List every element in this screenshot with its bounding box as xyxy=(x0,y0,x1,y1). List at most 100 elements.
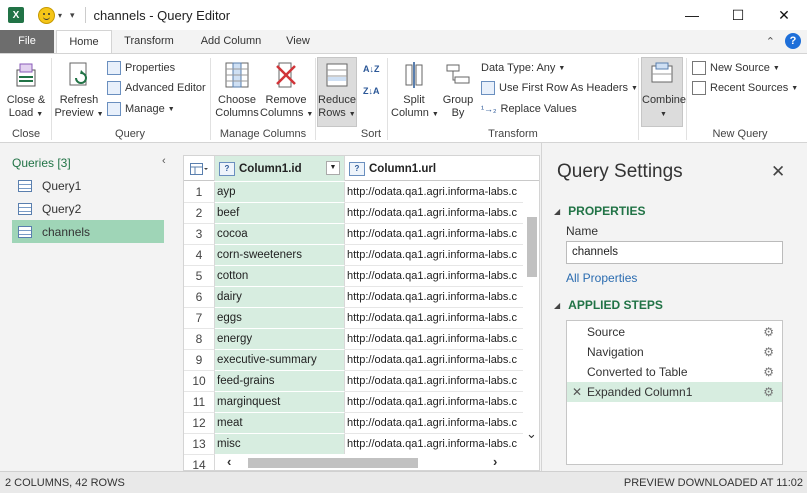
properties-button[interactable]: Properties xyxy=(107,59,175,77)
cell-url[interactable]: http://odata.qa1.agri.informa-labs.c xyxy=(345,224,523,245)
use-first-row-button[interactable]: Use First Row As Headers ▼ xyxy=(481,79,638,97)
delete-step-icon[interactable]: ✕ xyxy=(572,382,582,402)
table-row[interactable]: 7 eggs http://odata.qa1.agri.informa-labs.… xyxy=(184,308,539,329)
cell-id[interactable]: cocoa xyxy=(215,224,345,245)
column-header-id[interactable]: ? Column1.id ▼ xyxy=(215,156,345,181)
cell-url[interactable]: http://odata.qa1.agri.informa-labs.c xyxy=(345,308,523,329)
cell-url[interactable]: http://odata.qa1.agri.informa-labs.c xyxy=(345,245,523,266)
cell-url[interactable]: http://odata.qa1.agri.informa-labs.c xyxy=(345,329,523,350)
row-number[interactable]: 9 xyxy=(184,350,215,371)
row-number[interactable]: 3 xyxy=(184,224,215,245)
sort-ascending-button[interactable]: A↓Z xyxy=(363,60,380,78)
row-number[interactable]: 2 xyxy=(184,203,215,224)
vertical-scroll-thumb[interactable] xyxy=(527,217,537,277)
cell-id[interactable]: beef xyxy=(215,203,345,224)
scroll-down-icon[interactable]: ⌄ xyxy=(526,426,537,442)
remove-columns-button[interactable]: Remove Columns ▼ xyxy=(260,58,313,121)
data-type-dropdown[interactable]: Data Type: Any ▼ xyxy=(481,59,565,77)
gear-icon[interactable]: ⚙ xyxy=(763,362,774,382)
cell-id[interactable]: eggs xyxy=(215,308,345,329)
table-row[interactable]: 5 cotton http://odata.qa1.agri.informa-lab… xyxy=(184,266,539,287)
reduce-rows-button[interactable]: Reduce Rows ▼ xyxy=(317,57,357,127)
table-row[interactable]: 2 beef http://odata.qa1.agri.informa-labs.… xyxy=(184,203,539,224)
table-row[interactable]: 10 feed-grains http://odata.qa1.agri.infor… xyxy=(184,371,539,392)
table-row[interactable]: 11 marginquest http://odata.qa1.agri.infor… xyxy=(184,392,539,413)
tab-view[interactable]: View xyxy=(278,30,318,53)
query-item-query1[interactable]: Query1 xyxy=(12,174,164,197)
row-number[interactable]: 4 xyxy=(184,245,215,266)
table-row[interactable]: 6 dairy http://odata.qa1.agri.informa-labs… xyxy=(184,287,539,308)
cell-url[interactable]: http://odata.qa1.agri.informa-labs.c xyxy=(345,350,523,371)
tab-home[interactable]: Home xyxy=(56,30,112,54)
gear-icon[interactable]: ⚙ xyxy=(763,342,774,362)
step-expanded-column1[interactable]: ✕ Expanded Column1 ⚙ xyxy=(567,382,782,402)
table-row[interactable]: 12 meat http://odata.qa1.agri.informa-labs… xyxy=(184,413,539,434)
column-header-url[interactable]: ? Column1.url xyxy=(345,156,539,181)
feedback-smiley-icon[interactable] xyxy=(38,6,55,24)
cell-url[interactable]: http://odata.qa1.agri.informa-labs.c xyxy=(345,287,523,308)
cell-url[interactable]: http://odata.qa1.agri.informa-labs.c xyxy=(345,203,523,224)
horizontal-scroll-thumb[interactable] xyxy=(248,458,418,468)
tab-add-column[interactable]: Add Column xyxy=(192,30,270,53)
table-menu-button[interactable] xyxy=(184,156,215,181)
gear-icon[interactable]: ⚙ xyxy=(763,382,774,402)
advanced-editor-button[interactable]: Advanced Editor xyxy=(107,79,206,97)
table-row[interactable]: 4 corn-sweeteners http://odata.qa1.agri.in… xyxy=(184,245,539,266)
query-item-query2[interactable]: Query2 xyxy=(12,197,164,220)
applied-steps-header[interactable]: ◢ APPLIED STEPS xyxy=(554,298,663,312)
collapse-queries-icon[interactable]: ‹ xyxy=(162,155,166,167)
cell-id[interactable]: meat xyxy=(215,413,345,434)
choose-columns-button[interactable]: Choose Columns xyxy=(214,58,260,120)
split-column-button[interactable]: Split Column ▼ xyxy=(391,58,439,121)
help-icon[interactable]: ? xyxy=(785,33,801,49)
table-row[interactable]: 1 ayp http://odata.qa1.agri.informa-labs.c xyxy=(184,182,539,203)
cell-url[interactable]: http://odata.qa1.agri.informa-labs.c xyxy=(345,434,523,455)
recent-sources-button[interactable]: Recent Sources ▼ xyxy=(692,79,798,97)
row-number[interactable]: 14 xyxy=(184,455,215,470)
replace-values-button[interactable]: ¹→₂ Replace Values xyxy=(481,100,577,118)
cell-url[interactable]: http://odata.qa1.agri.informa-labs.c xyxy=(345,182,523,203)
vertical-scrollbar[interactable]: ⌄ xyxy=(523,182,539,454)
row-number[interactable]: 8 xyxy=(184,329,215,350)
cell-url[interactable]: http://odata.qa1.agri.informa-labs.c xyxy=(345,371,523,392)
table-row[interactable]: 3 cocoa http://odata.qa1.agri.informa-labs… xyxy=(184,224,539,245)
step-navigation[interactable]: Navigation ⚙ xyxy=(567,342,782,362)
tab-transform[interactable]: Transform xyxy=(115,30,183,53)
table-row[interactable]: 13 misc http://odata.qa1.agri.informa-labs… xyxy=(184,434,539,455)
cell-id[interactable]: dairy xyxy=(215,287,345,308)
cell-url[interactable]: http://odata.qa1.agri.informa-labs.c xyxy=(345,392,523,413)
horizontal-scrollbar[interactable]: ‹ › xyxy=(215,454,523,470)
row-number[interactable]: 6 xyxy=(184,287,215,308)
refresh-preview-button[interactable]: Refresh Preview ▼ xyxy=(54,58,104,121)
row-number[interactable]: 11 xyxy=(184,392,215,413)
group-by-button[interactable]: Group By xyxy=(439,58,477,120)
smiley-dropdown-icon[interactable]: ▾ xyxy=(58,11,62,20)
all-properties-link[interactable]: All Properties xyxy=(566,271,637,285)
row-number[interactable]: 7 xyxy=(184,308,215,329)
query-item-channels[interactable]: channels xyxy=(12,220,164,243)
quick-access-customize-icon[interactable]: ▾ xyxy=(70,10,75,21)
table-row[interactable]: 8 energy http://odata.qa1.agri.informa-lab… xyxy=(184,329,539,350)
cell-id[interactable]: corn-sweeteners xyxy=(215,245,345,266)
cell-id[interactable]: marginquest xyxy=(215,392,345,413)
row-number[interactable]: 5 xyxy=(184,266,215,287)
scroll-left-icon[interactable]: ‹ xyxy=(227,454,231,469)
table-row[interactable]: 9 executive-summary http://odata.qa1.agri.… xyxy=(184,350,539,371)
combine-button[interactable]: Combine ▼ xyxy=(641,57,686,127)
cell-url[interactable]: http://odata.qa1.agri.informa-labs.c xyxy=(345,413,523,434)
step-converted-to-table[interactable]: Converted to Table ⚙ xyxy=(567,362,782,382)
cell-id[interactable]: cotton xyxy=(215,266,345,287)
any-type-icon[interactable]: ? xyxy=(219,161,235,176)
minimize-button[interactable]: — xyxy=(669,0,715,30)
step-source[interactable]: Source ⚙ xyxy=(567,322,782,342)
close-load-button[interactable]: Close & Load ▼ xyxy=(4,58,48,121)
row-number[interactable]: 12 xyxy=(184,413,215,434)
cell-url[interactable]: http://odata.qa1.agri.informa-labs.c xyxy=(345,266,523,287)
cell-id[interactable]: ayp xyxy=(215,182,345,203)
column-filter-dropdown-icon[interactable]: ▼ xyxy=(326,161,340,175)
collapse-ribbon-icon[interactable]: ⌃ xyxy=(766,35,775,48)
manage-button[interactable]: Manage ▼ xyxy=(107,100,175,118)
close-window-button[interactable]: ✕ xyxy=(761,0,807,30)
row-number[interactable]: 1 xyxy=(184,182,215,203)
sort-descending-button[interactable]: Z↓A xyxy=(363,82,380,100)
